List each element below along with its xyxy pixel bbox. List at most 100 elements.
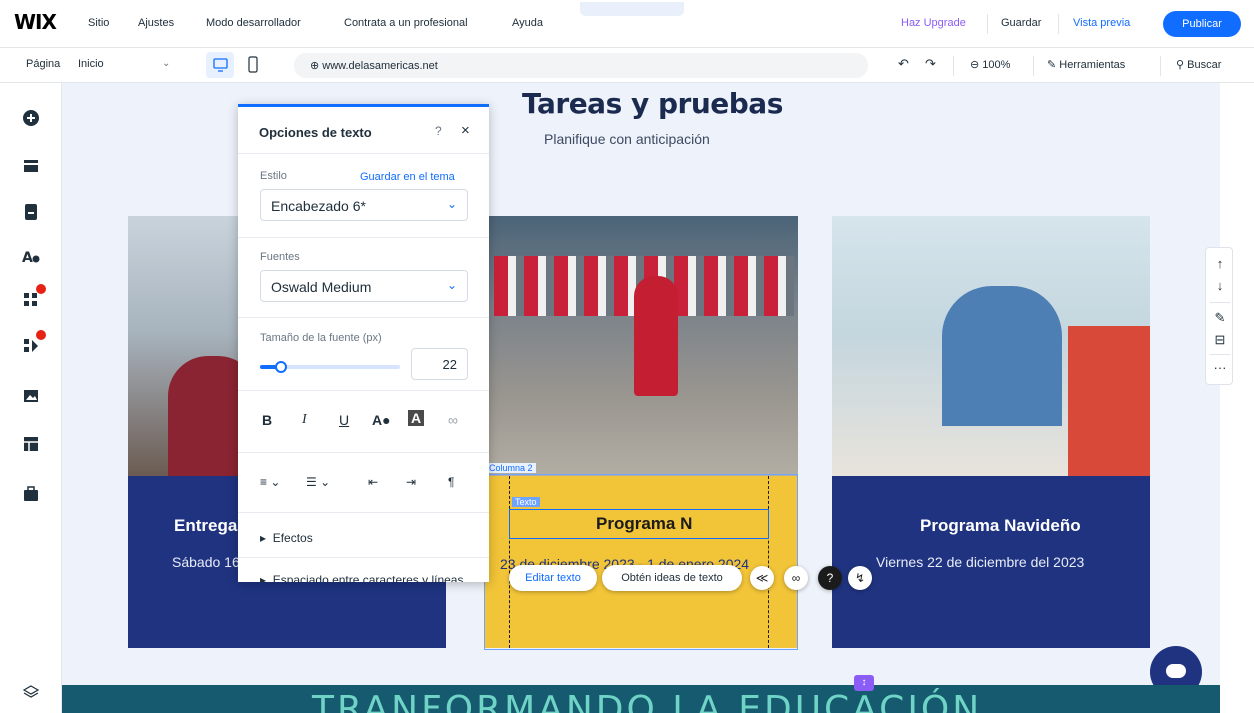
help-icon[interactable]: ? <box>818 566 842 590</box>
fonts-label: Fuentes <box>260 251 300 263</box>
editor-handle[interactable] <box>580 2 684 16</box>
divider <box>238 153 489 154</box>
save-theme-link[interactable]: Guardar en el tema <box>360 171 455 183</box>
text-direction-icon[interactable]: ¶ <box>448 475 454 489</box>
text-tag: Texto <box>512 497 540 507</box>
save-button[interactable]: Guardar <box>1001 17 1041 29</box>
highlight-icon[interactable]: A <box>408 410 425 426</box>
move-down-icon[interactable]: ↓ <box>1206 278 1234 293</box>
secondary-bar: Página Inicio ⌄ ⊕ www.delasamericas.net … <box>0 48 1254 83</box>
align-icon[interactable]: ≡ ⌄ <box>260 475 280 489</box>
card-3-title[interactable]: Programa Navideño <box>920 516 1081 536</box>
divider <box>1160 56 1161 76</box>
bold-icon[interactable]: B <box>262 412 272 428</box>
redo-icon[interactable]: ↷ <box>925 56 936 72</box>
zoom-out-icon: ⊖ <box>970 59 980 71</box>
globe-icon: ⊕ <box>310 60 320 72</box>
layers-icon[interactable] <box>20 681 42 703</box>
section-title[interactable]: Tareas y pruebas <box>522 87 783 120</box>
chevron-down-icon[interactable]: ⌄ <box>162 58 170 69</box>
undo-icon[interactable]: ↶ <box>898 56 909 72</box>
sections-icon[interactable] <box>20 155 42 177</box>
help-icon[interactable]: ? <box>435 124 442 138</box>
divider <box>1033 56 1034 76</box>
divider <box>238 390 489 391</box>
caret-right-icon: ▸ <box>260 573 267 582</box>
business-apps-icon[interactable] <box>20 330 46 357</box>
portfolio-icon[interactable] <box>20 483 42 505</box>
menu-ajustes[interactable]: Ajustes <box>138 17 174 29</box>
bottom-section[interactable]: TRANFORMANDO LA EDUCACIÓN <box>62 685 1220 713</box>
text-selection[interactable] <box>509 509 769 539</box>
indent-decrease-icon[interactable]: ⇤ <box>368 475 378 489</box>
upgrade-link[interactable]: Haz Upgrade <box>901 17 966 29</box>
cms-icon[interactable] <box>20 433 42 455</box>
section-subtitle[interactable]: Planifique con anticipación <box>544 131 710 147</box>
url-bar[interactable]: ⊕ www.delasamericas.net <box>294 53 868 78</box>
teacher-figure <box>634 276 678 396</box>
theme-icon[interactable]: A <box>20 245 42 267</box>
divider <box>1210 302 1230 303</box>
pages-icon[interactable] <box>20 201 42 223</box>
student-figure <box>942 286 1062 426</box>
card-3[interactable]: Programa Navideño Viernes 22 de diciembr… <box>832 476 1150 648</box>
font-size-label: Tamaño de la fuente (px) <box>260 332 382 344</box>
layout-icon[interactable]: ⊟ <box>1206 332 1234 348</box>
text-color-icon[interactable]: A● <box>372 412 391 428</box>
list-icon[interactable]: ☰ ⌄ <box>306 475 330 489</box>
stretch-icon[interactable]: ↯ <box>848 566 872 590</box>
url-value: www.delasamericas.net <box>322 60 438 72</box>
tools-label: Herramientas <box>1059 59 1126 71</box>
desktop-view-button[interactable] <box>206 52 234 78</box>
bottom-heading[interactable]: TRANFORMANDO LA EDUCACIÓN <box>312 689 982 713</box>
font-value: Oswald Medium <box>271 279 372 295</box>
card-image-student-writing[interactable] <box>832 216 1150 476</box>
spacing-label: Espaciado entre caracteres y líneas <box>272 573 464 582</box>
move-up-icon[interactable]: ↑ <box>1206 256 1234 271</box>
right-toolbar: ↑ ↓ ✎ ⊟ ··· <box>1205 247 1233 385</box>
preview-button[interactable]: Vista previa <box>1073 17 1130 29</box>
link-icon[interactable]: ∞ <box>448 412 458 428</box>
page-select[interactable]: Inicio <box>78 58 104 70</box>
section-resize-handle[interactable]: ↕ <box>854 675 874 691</box>
italic-icon[interactable]: I <box>302 412 307 428</box>
link-icon[interactable]: ∞ <box>784 566 808 590</box>
menu-modo-desarrollador[interactable]: Modo desarrollador <box>206 17 301 29</box>
effects-label: Efectos <box>272 531 313 545</box>
wix-logo[interactable]: WIX <box>14 10 57 34</box>
editor-canvas[interactable]: Tareas y pruebas Planifique con anticipa… <box>62 83 1220 713</box>
media-icon[interactable] <box>20 385 42 407</box>
menu-contrata[interactable]: Contrata a un profesional <box>344 17 468 29</box>
underline-icon[interactable]: U <box>339 412 349 428</box>
slider-knob[interactable] <box>275 361 287 373</box>
style-select[interactable]: Encabezado 6* ⌄ <box>260 189 468 221</box>
zoom-control[interactable]: ⊖ 100% <box>970 58 1010 71</box>
divider <box>238 557 489 558</box>
menu-ayuda[interactable]: Ayuda <box>512 17 543 29</box>
close-icon[interactable]: × <box>461 122 470 139</box>
style-label: Estilo <box>260 170 287 182</box>
mobile-icon <box>248 56 258 73</box>
mobile-view-button[interactable] <box>246 56 260 77</box>
search-button[interactable]: ⚲ Buscar <box>1176 58 1221 71</box>
tools-button[interactable]: ✎ Herramientas <box>1047 58 1125 71</box>
animation-icon[interactable]: ≪ <box>750 566 774 590</box>
indent-increase-icon[interactable]: ⇥ <box>406 475 416 489</box>
spacing-section[interactable]: ▸ Espaciado entre caracteres y líneas <box>260 573 463 582</box>
publish-button[interactable]: Publicar <box>1163 11 1241 37</box>
card-image-christmas-dance[interactable] <box>484 216 798 476</box>
menu-sitio[interactable]: Sitio <box>88 17 109 29</box>
font-size-slider[interactable] <box>260 361 400 373</box>
font-select[interactable]: Oswald Medium ⌄ <box>260 270 468 302</box>
edit-icon[interactable]: ✎ <box>1206 310 1234 326</box>
add-elements-icon[interactable] <box>20 107 42 129</box>
effects-section[interactable]: ▸ Efectos <box>260 531 313 545</box>
edit-text-button[interactable]: Editar texto <box>509 565 597 591</box>
card-3-subtitle[interactable]: Viernes 22 de diciembre del 2023 <box>876 554 1084 570</box>
card-1-subtitle[interactable]: Sábado 16 <box>172 554 240 570</box>
text-ideas-button[interactable]: Obtén ideas de texto <box>602 565 742 591</box>
more-icon[interactable]: ··· <box>1206 360 1234 375</box>
column-tag: Columna 2 <box>486 463 536 473</box>
font-size-input[interactable]: 22 <box>411 348 468 380</box>
apps-icon[interactable] <box>20 284 46 311</box>
